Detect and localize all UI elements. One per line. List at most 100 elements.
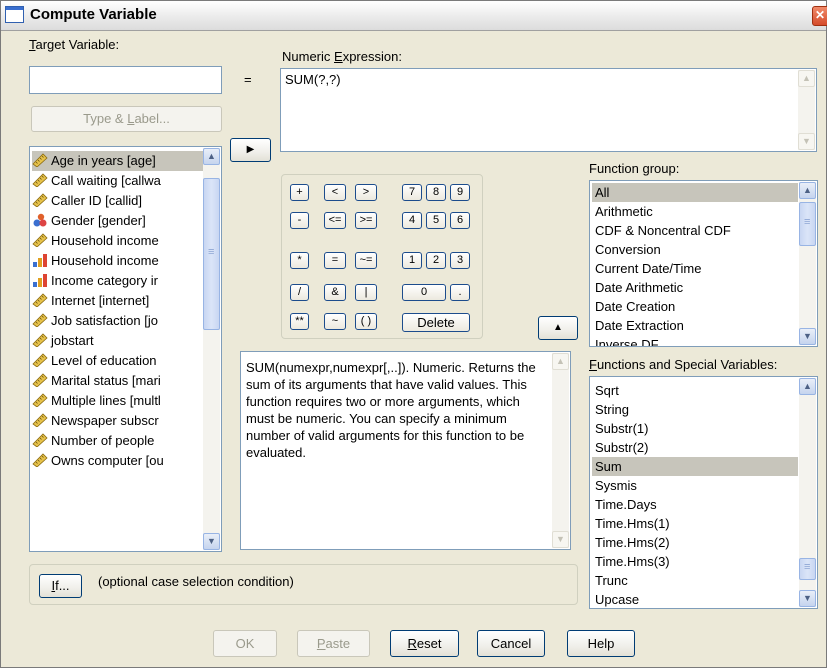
variable-item[interactable]: Household income bbox=[32, 231, 204, 251]
keypad-button[interactable]: Delete bbox=[402, 313, 470, 332]
keypad-button[interactable]: 1 bbox=[402, 252, 422, 269]
keypad-button[interactable]: ( ) bbox=[355, 313, 377, 330]
ruler-icon bbox=[32, 433, 51, 448]
move-to-expression-button[interactable]: ▶ bbox=[230, 138, 271, 162]
title-bar[interactable]: Compute Variable ✕ bbox=[1, 1, 827, 31]
keypad-button[interactable]: 5 bbox=[426, 212, 446, 229]
function-group-item[interactable]: Date Extraction bbox=[592, 316, 798, 335]
function-item[interactable]: Substr(1) bbox=[592, 419, 798, 438]
variable-list[interactable]: Age in years [age] Call waiting [callwa Ca… bbox=[29, 146, 222, 552]
description-scrollbar[interactable]: ▲ ▼ bbox=[552, 353, 569, 548]
function-item[interactable]: Time.Hms(1) bbox=[592, 514, 798, 533]
paste-button[interactable]: Paste bbox=[297, 630, 370, 657]
scroll-up-icon[interactable]: ▲ bbox=[798, 70, 815, 87]
expression-scrollbar[interactable]: ▲ ▼ bbox=[798, 70, 815, 150]
keypad-button[interactable]: . bbox=[450, 284, 470, 301]
keypad-button[interactable]: < bbox=[324, 184, 346, 201]
variable-list-scrollbar[interactable]: ▲ ▼ bbox=[203, 148, 220, 550]
scroll-up-icon[interactable]: ▲ bbox=[799, 182, 816, 199]
function-item[interactable]: Substr(2) bbox=[592, 438, 798, 457]
variable-item[interactable]: Caller ID [callid] bbox=[32, 191, 204, 211]
ok-button[interactable]: OK bbox=[213, 630, 277, 657]
function-group-item[interactable]: Arithmetic bbox=[592, 202, 798, 221]
functions-list[interactable]: Sqrt String Substr(1) Substr(2) Sum Sysmis Tim… bbox=[589, 376, 818, 609]
scroll-down-icon[interactable]: ▼ bbox=[798, 133, 815, 150]
function-group-item[interactable]: Current Date/Time bbox=[592, 259, 798, 278]
variable-item[interactable]: Marital status [mari bbox=[32, 371, 204, 391]
reset-button[interactable]: Reset bbox=[390, 630, 459, 657]
keypad-button[interactable]: <= bbox=[324, 212, 346, 229]
scroll-down-icon[interactable]: ▼ bbox=[799, 590, 816, 607]
variable-item[interactable]: Owns computer [ou bbox=[32, 451, 204, 471]
keypad-button[interactable]: | bbox=[355, 284, 377, 301]
function-group-list[interactable]: All Arithmetic CDF & Noncentral CDF Convers… bbox=[589, 180, 818, 347]
variable-item[interactable]: Job satisfaction [jo bbox=[32, 311, 204, 331]
if-button[interactable]: If... bbox=[39, 574, 82, 598]
function-group-item[interactable]: Inverse DF bbox=[592, 335, 798, 346]
keypad-button[interactable]: 6 bbox=[450, 212, 470, 229]
variable-item[interactable]: Multiple lines [multl bbox=[32, 391, 204, 411]
close-icon[interactable]: ✕ bbox=[812, 6, 827, 26]
variable-item[interactable]: Level of education bbox=[32, 351, 204, 371]
variable-item[interactable]: Number of people bbox=[32, 431, 204, 451]
target-variable-label: Target Variable: bbox=[29, 37, 120, 52]
scroll-up-icon[interactable]: ▲ bbox=[799, 378, 816, 395]
function-group-item[interactable]: All bbox=[592, 183, 798, 202]
functions-scrollbar[interactable]: ▲ ▼ bbox=[799, 378, 816, 607]
type-label-button[interactable]: Type & Label... bbox=[31, 106, 222, 132]
variable-item[interactable]: Household income bbox=[32, 251, 204, 271]
function-item[interactable]: Time.Days bbox=[592, 495, 798, 514]
cancel-button[interactable]: Cancel bbox=[477, 630, 545, 657]
function-item[interactable]: Sqrt bbox=[592, 381, 798, 400]
variable-item[interactable]: Age in years [age] bbox=[32, 151, 204, 171]
keypad-button[interactable]: ** bbox=[290, 313, 309, 330]
variable-item[interactable]: Income category ir bbox=[32, 271, 204, 291]
scroll-down-icon[interactable]: ▼ bbox=[552, 531, 569, 548]
keypad-button[interactable]: ~ bbox=[324, 313, 346, 330]
keypad-button[interactable]: 7 bbox=[402, 184, 422, 201]
insert-function-button[interactable]: ▲ bbox=[538, 316, 578, 340]
target-variable-input[interactable] bbox=[29, 66, 222, 94]
scroll-thumb[interactable] bbox=[799, 202, 816, 246]
keypad-button[interactable]: & bbox=[324, 284, 346, 301]
keypad-button[interactable]: + bbox=[290, 184, 309, 201]
function-item[interactable]: Upcase bbox=[592, 590, 798, 608]
function-group-item[interactable]: Date Creation bbox=[592, 297, 798, 316]
keypad-button[interactable]: 3 bbox=[450, 252, 470, 269]
keypad-button[interactable]: >= bbox=[355, 212, 377, 229]
keypad-button[interactable]: 4 bbox=[402, 212, 422, 229]
function-item[interactable]: Trunc bbox=[592, 571, 798, 590]
function-item[interactable]: Sysmis bbox=[592, 476, 798, 495]
help-button[interactable]: Help bbox=[567, 630, 635, 657]
function-item[interactable]: Time.Hms(3) bbox=[592, 552, 798, 571]
function-item[interactable]: Time.Hms(2) bbox=[592, 533, 798, 552]
scroll-thumb[interactable] bbox=[203, 178, 220, 330]
function-group-item[interactable]: Conversion bbox=[592, 240, 798, 259]
function-group-item[interactable]: Date Arithmetic bbox=[592, 278, 798, 297]
scroll-up-icon[interactable]: ▲ bbox=[203, 148, 220, 165]
scroll-up-icon[interactable]: ▲ bbox=[552, 353, 569, 370]
function-group-scrollbar[interactable]: ▲ ▼ bbox=[799, 182, 816, 345]
scroll-down-icon[interactable]: ▼ bbox=[799, 328, 816, 345]
keypad-button[interactable]: 9 bbox=[450, 184, 470, 201]
variable-item[interactable]: jobstart bbox=[32, 331, 204, 351]
variable-item[interactable]: Newspaper subscr bbox=[32, 411, 204, 431]
function-item[interactable]: String bbox=[592, 400, 798, 419]
keypad-button[interactable]: 8 bbox=[426, 184, 446, 201]
variable-item[interactable]: Gender [gender] bbox=[32, 211, 204, 231]
function-item[interactable]: Sum bbox=[592, 457, 798, 476]
keypad-button[interactable]: * bbox=[290, 252, 309, 269]
scroll-down-icon[interactable]: ▼ bbox=[203, 533, 220, 550]
keypad-button[interactable]: 2 bbox=[426, 252, 446, 269]
keypad-button[interactable]: > bbox=[355, 184, 377, 201]
variable-item[interactable]: Internet [internet] bbox=[32, 291, 204, 311]
keypad-button[interactable]: - bbox=[290, 212, 309, 229]
keypad-button[interactable]: / bbox=[290, 284, 309, 301]
scroll-thumb[interactable] bbox=[799, 558, 816, 580]
keypad-button[interactable]: 0 bbox=[402, 284, 446, 301]
keypad-button[interactable]: = bbox=[324, 252, 346, 269]
variable-item[interactable]: Call waiting [callwa bbox=[32, 171, 204, 191]
function-group-item[interactable]: CDF & Noncentral CDF bbox=[592, 221, 798, 240]
numeric-expression-textarea[interactable]: SUM(?,?) ▲ ▼ bbox=[280, 68, 817, 152]
keypad-button[interactable]: ~= bbox=[355, 252, 377, 269]
